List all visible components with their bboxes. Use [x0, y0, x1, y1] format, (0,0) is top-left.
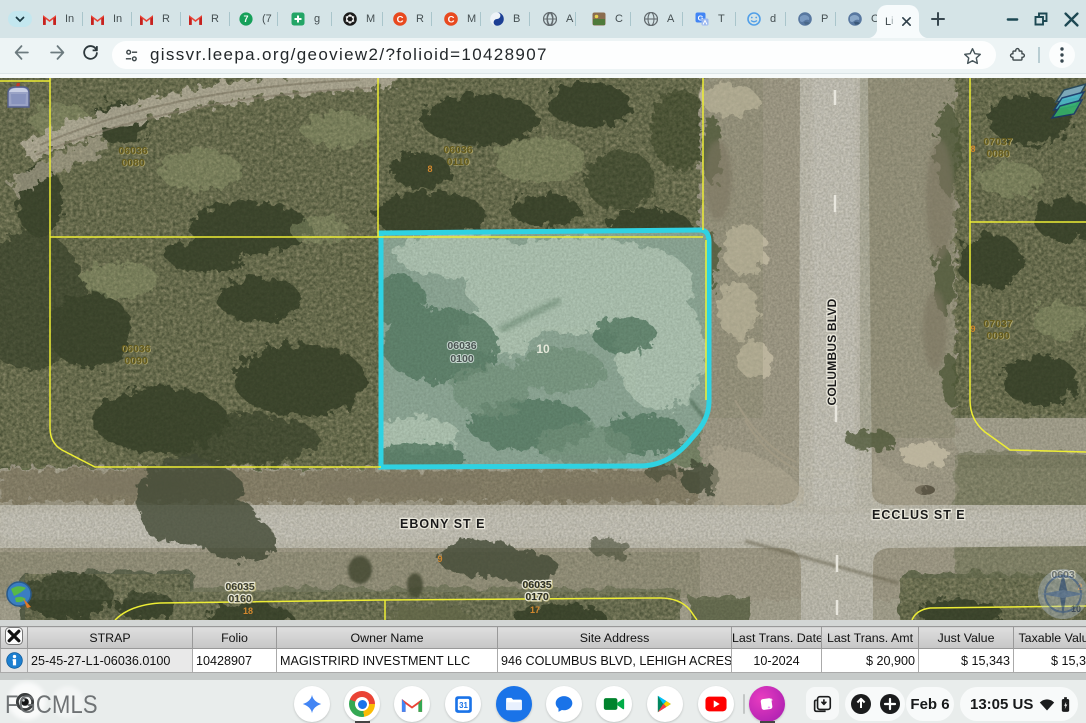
svg-text:06035: 06035	[522, 579, 551, 591]
svg-text:9: 9	[970, 324, 975, 334]
svg-text:10: 10	[536, 342, 550, 356]
svg-text:0170: 0170	[525, 591, 549, 603]
svg-text:0090: 0090	[124, 355, 148, 367]
svg-text:0100: 0100	[450, 353, 474, 365]
svg-text:06036: 06036	[443, 144, 472, 156]
svg-text:0080: 0080	[121, 157, 145, 169]
svg-text:9: 9	[437, 554, 442, 564]
svg-text:17: 17	[530, 605, 540, 615]
svg-text:06036: 06036	[447, 340, 476, 352]
svg-text:10: 10	[1071, 604, 1081, 614]
svg-text:07037: 07037	[983, 318, 1012, 330]
svg-text:C: C	[397, 14, 404, 25]
svg-text:8: 8	[970, 144, 975, 154]
svg-text:0080: 0080	[986, 148, 1010, 160]
svg-text:06036: 06036	[118, 145, 147, 157]
svg-text:31: 31	[459, 701, 468, 710]
svg-text:C: C	[448, 14, 455, 25]
svg-text:8: 8	[427, 164, 432, 174]
svg-text:COLUMBUS BLVD: COLUMBUS BLVD	[825, 298, 839, 405]
svg-text:07037: 07037	[983, 136, 1012, 148]
svg-text:7: 7	[243, 14, 248, 24]
svg-text:0110: 0110	[447, 156, 470, 168]
svg-text:18: 18	[243, 606, 253, 616]
svg-text:06036: 06036	[121, 343, 150, 355]
svg-text:0160: 0160	[228, 593, 252, 605]
svg-text:06035: 06035	[225, 581, 254, 593]
svg-text:EBONY ST E: EBONY ST E	[400, 517, 485, 531]
svg-text:0090: 0090	[986, 330, 1010, 342]
svg-text:ECCLUS ST E: ECCLUS ST E	[872, 508, 966, 522]
